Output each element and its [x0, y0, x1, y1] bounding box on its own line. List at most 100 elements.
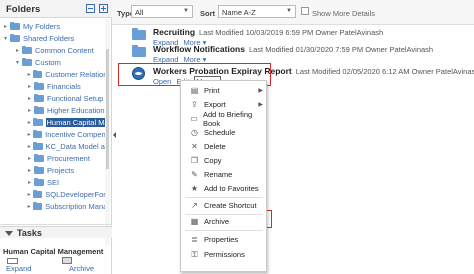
copy-icon: ❐: [190, 156, 199, 165]
menu-item-properties[interactable]: ≣ Properties: [181, 233, 266, 246]
expand-arrow-icon[interactable]: ▸: [26, 83, 33, 90]
expand-arrow-icon[interactable]: ▸: [26, 203, 32, 210]
expand-arrow-icon[interactable]: ▸: [26, 119, 32, 126]
folder-icon: [10, 21, 20, 30]
show-more-details-checkbox[interactable]: [301, 7, 309, 15]
item-title[interactable]: Recruiting Last Modified 10/03/2019 6:59 …: [153, 27, 383, 37]
scrollbar-thumb[interactable]: [106, 49, 109, 169]
task-expand-link[interactable]: Expand: [6, 264, 31, 273]
menu-separator: [185, 230, 263, 231]
tree-node-label: Human Capital Man: [45, 118, 108, 127]
tree-node-label: Projects: [47, 166, 75, 175]
folder-icon: [34, 165, 44, 174]
shortcut-icon: ↗: [191, 201, 198, 210]
chevron-down-icon: ▼: [183, 8, 189, 14]
item-meta: Last Modified 02/05/2020 6:12 AM Owner P…: [295, 67, 474, 76]
folder-icon: [22, 57, 32, 66]
expand-arrow-icon[interactable]: ▸: [26, 131, 32, 138]
menu-separator: [185, 197, 263, 198]
tree-node-human-capital-management[interactable]: ▸ Human Capital Man: [26, 117, 108, 128]
tasks-context-title: Human Capital Management: [3, 247, 104, 256]
expand-tree-icon[interactable]: [99, 4, 108, 13]
menu-item-rename[interactable]: ✎ Rename: [181, 168, 266, 181]
folder-icon: [33, 117, 43, 126]
submenu-arrow-icon: ▶: [258, 88, 263, 94]
sort-label: Sort: [200, 9, 215, 18]
expand-arrow-icon[interactable]: ▸: [26, 155, 33, 162]
expand-arrow-icon[interactable]: ▸: [2, 23, 9, 30]
divider: [0, 224, 112, 225]
menu-item-archive[interactable]: ▦ Archive: [181, 215, 266, 228]
tree-node-higher-education[interactable]: ▸ Higher Education: [26, 105, 105, 116]
expand-arrow-icon[interactable]: ▸: [26, 95, 33, 102]
tree-node-label: SQLDeveloperForCk: [45, 190, 108, 199]
menu-item-permissions[interactable]: ⚿ Permissions: [181, 248, 266, 261]
archive-icon: ▦: [190, 217, 199, 226]
collapse-arrow-icon[interactable]: ▾: [2, 35, 9, 42]
tree-node-label: Subscription Manage: [45, 202, 108, 211]
sort-select-value: Name A-Z: [222, 8, 256, 17]
collapse-left-icon[interactable]: [112, 120, 118, 150]
print-icon: ▤: [190, 86, 199, 95]
tree-node-subscription-management[interactable]: ▸ Subscription Manage: [26, 201, 108, 212]
expand-arrow-icon[interactable]: ▸: [14, 47, 21, 54]
folder-tree-scrollbar[interactable]: [105, 19, 110, 245]
archive-icon[interactable]: [62, 257, 72, 264]
tree-node-procurement[interactable]: ▸ Procurement: [26, 153, 90, 164]
menu-item-delete[interactable]: ✕ Delete: [181, 140, 266, 153]
collapse-arrow-icon[interactable]: [5, 229, 13, 237]
sort-select[interactable]: Name A-Z ▼: [218, 5, 296, 18]
tree-node-custom[interactable]: ▾ Custom: [14, 57, 61, 68]
type-select[interactable]: All ▼: [131, 5, 193, 18]
tree-node-my-folders[interactable]: ▸ My Folders: [2, 21, 60, 32]
tree-node-label: KC_Data Model and: [45, 142, 108, 151]
folder-icon: [22, 45, 32, 54]
tree-node-label: SEI: [47, 178, 60, 187]
folder-icon: [34, 153, 44, 162]
tree-node-label: Custom: [35, 58, 61, 67]
tree-node-financials[interactable]: ▸ Financials: [26, 81, 81, 92]
tree-node-customer-relationship[interactable]: ▸ Customer Relationsh: [26, 69, 108, 80]
menu-item-print[interactable]: ▤ Print ▶: [181, 84, 266, 97]
collapse-tree-icon[interactable]: [86, 4, 95, 13]
tree-node-functional-setup[interactable]: ▸ Functional Setup: [26, 93, 103, 104]
tree-node-shared-folders[interactable]: ▾ Shared Folders: [2, 33, 74, 44]
collapse-arrow-icon[interactable]: ▾: [14, 59, 21, 66]
menu-item-add-to-briefing-book[interactable]: ▭ Add to Briefing Book: [181, 110, 266, 128]
panel-splitter[interactable]: [112, 120, 118, 150]
item-title[interactable]: Workflow Notifications Last Modified 01/3…: [153, 44, 433, 54]
submenu-arrow-icon: ▶: [258, 102, 263, 108]
menu-item-copy[interactable]: ❐ Copy: [181, 154, 266, 167]
tree-node-kc-data-model[interactable]: ▸ KC_Data Model and: [26, 141, 108, 152]
folder-icon: [33, 141, 43, 150]
menu-item-add-to-favorites[interactable]: ★ Add to Favorites: [181, 182, 266, 195]
properties-icon: ≣: [191, 235, 198, 244]
tree-node-projects[interactable]: ▸ Projects: [26, 165, 74, 176]
show-more-details-label: Show More Details: [312, 9, 375, 18]
rename-icon: ✎: [191, 170, 198, 179]
tree-node-label: Shared Folders: [23, 34, 75, 43]
folder-icon: [34, 105, 44, 114]
tree-node-label: Procurement: [47, 154, 90, 163]
expand-arrow-icon[interactable]: ▸: [26, 71, 32, 78]
expand-arrow-icon[interactable]: ▸: [26, 167, 33, 174]
chevron-down-icon: ▼: [286, 8, 292, 14]
tree-node-incentive-compensation[interactable]: ▸ Incentive Compensat: [26, 129, 108, 140]
folder-icon: [34, 93, 44, 102]
tree-node-common-content[interactable]: ▸ Common Content: [14, 45, 94, 56]
more-context-menu: ▤ Print ▶ ⇪ Export ▶ ▭ Add to Briefing Book ◷…: [180, 80, 267, 272]
export-icon: ⇪: [191, 100, 198, 109]
folder-icon: [33, 201, 43, 210]
tree-node-sqldeveloper[interactable]: ▸ SQLDeveloperForCk: [26, 189, 108, 200]
menu-item-schedule[interactable]: ◷ Schedule: [181, 126, 266, 139]
tree-node-sei[interactable]: ▸ SEI: [26, 177, 59, 188]
task-archive-link[interactable]: Archive: [69, 264, 94, 273]
expand-arrow-icon[interactable]: ▸: [26, 107, 33, 114]
menu-item-create-shortcut[interactable]: ↗ Create Shortcut: [181, 199, 266, 212]
expand-arrow-icon[interactable]: ▸: [26, 143, 32, 150]
folder-icon: [10, 33, 20, 42]
folder-tree: ▸ My Folders ▾ Shared Folders ▸ Common Cont…: [0, 19, 112, 245]
type-select-value: All: [135, 8, 144, 17]
expand-arrow-icon[interactable]: ▸: [26, 191, 32, 198]
expand-arrow-icon[interactable]: ▸: [26, 179, 33, 186]
